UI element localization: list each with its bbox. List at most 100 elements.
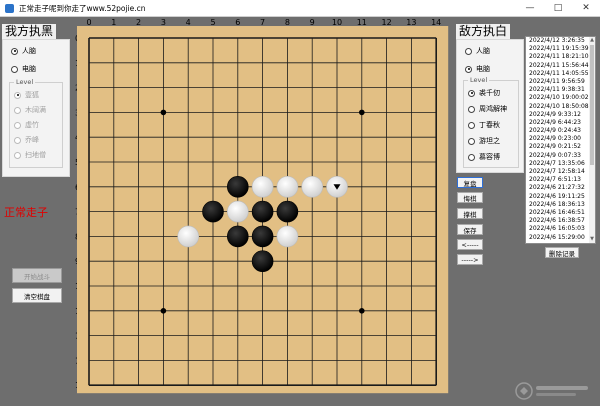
white-stone xyxy=(251,176,274,198)
record-item[interactable]: 2022/4/11 18:21:10 xyxy=(526,53,595,61)
record-item[interactable]: 2022/4/12 3:26:35 xyxy=(526,37,595,45)
col-label: 10 xyxy=(332,18,342,27)
save-button[interactable]: 保存 xyxy=(457,224,483,235)
col-label: 6 xyxy=(235,18,240,27)
radio-icon xyxy=(11,47,18,55)
record-item[interactable]: 2022/4/9 0:07:33 xyxy=(526,152,595,160)
record-item[interactable]: 2022/4/9 9:33:12 xyxy=(526,111,595,119)
replay-button[interactable]: 复盘 xyxy=(457,177,483,188)
right-level-item[interactable]: 周鸿解神 xyxy=(468,104,507,114)
go-board[interactable]: 01234567891011121314 0123456789101112131… xyxy=(73,18,450,406)
record-item[interactable]: 2022/4/9 6:44:23 xyxy=(526,119,595,127)
white-stone xyxy=(227,200,249,223)
record-scrollbar[interactable]: ▲ ▼ xyxy=(589,37,595,243)
record-item[interactable]: 2022/4/6 16:38:57 xyxy=(526,217,595,225)
record-item[interactable]: 2022/4/6 16:05:03 xyxy=(526,225,595,233)
left-level-group: Level 壹狐 木阔满 虚竹 乔峰 扫地僧 xyxy=(9,78,63,168)
radio-icon xyxy=(14,106,21,114)
close-button[interactable]: ✕ xyxy=(572,0,600,16)
record-item[interactable]: 2022/4/9 0:23:00 xyxy=(526,135,595,143)
right-level-item[interactable]: 游坦之 xyxy=(468,136,500,146)
record-item[interactable]: 2022/4/11 9:56:59 xyxy=(526,78,595,86)
radio-icon xyxy=(468,153,475,161)
radio-icon xyxy=(11,65,18,73)
radio-icon xyxy=(468,137,475,145)
black-stone xyxy=(251,250,274,272)
black-stone xyxy=(251,200,274,223)
record-item[interactable]: 2022/4/11 9:38:31 xyxy=(526,86,595,94)
scroll-down-icon[interactable]: ▼ xyxy=(589,236,595,243)
left-level-item[interactable]: 壹狐 xyxy=(14,90,39,100)
right-level-item[interactable]: 丁春秋 xyxy=(468,120,500,130)
radio-icon xyxy=(468,89,475,97)
col-label: 14 xyxy=(431,18,441,27)
right-level-item[interactable]: 裘千仞 xyxy=(468,88,500,98)
record-item[interactable]: 2022/4/9 0:24:43 xyxy=(526,127,595,135)
record-list[interactable]: 2022/4/12 3:26:35 2022/4/11 19:15:39 2022/… xyxy=(525,36,596,244)
pause-button[interactable]: 撑棋 xyxy=(457,208,483,219)
next-move-button[interactable]: -----> xyxy=(457,254,483,265)
watermark-logo xyxy=(515,382,588,400)
record-item[interactable]: 2022/4/6 19:11:25 xyxy=(526,193,595,201)
radio-icon xyxy=(465,47,472,55)
left-panel-title: 我方执黑 xyxy=(2,24,57,39)
window-title: 正常走子呢到你走了www.52pojie.cn xyxy=(19,3,146,13)
radio-icon xyxy=(14,91,21,99)
left-level-legend: Level xyxy=(14,78,36,86)
left-option-human[interactable]: 人脑 xyxy=(11,46,36,56)
col-label: 5 xyxy=(210,18,215,27)
record-item[interactable]: 2022/4/11 19:15:39 xyxy=(526,45,595,53)
star-point xyxy=(359,109,365,116)
left-level-item[interactable]: 乔峰 xyxy=(14,135,39,145)
left-level-item[interactable]: 虚竹 xyxy=(14,120,39,130)
white-stone xyxy=(276,176,299,198)
col-label: 2 xyxy=(136,18,141,27)
record-item[interactable]: 2022/4/7 12:58:14 xyxy=(526,168,595,176)
clear-board-button[interactable]: 清空棋盘 xyxy=(12,288,62,303)
undo-button[interactable]: 悔棋 xyxy=(457,192,483,203)
left-level-item[interactable]: 木阔满 xyxy=(14,105,46,115)
scroll-thumb[interactable] xyxy=(590,45,594,165)
left-player-group: 人脑 电脑 Level 壹狐 木阔满 虚竹 乔峰 扫地僧 xyxy=(2,39,70,177)
star-point xyxy=(359,308,365,314)
black-stone xyxy=(227,225,249,248)
col-label: 11 xyxy=(357,18,367,27)
col-label: 0 xyxy=(86,18,91,27)
left-level-item[interactable]: 扫地僧 xyxy=(14,150,46,160)
white-stone xyxy=(177,225,199,248)
col-label: 9 xyxy=(310,18,315,27)
minimize-button[interactable]: — xyxy=(516,0,544,16)
scroll-up-icon[interactable]: ▲ xyxy=(589,37,595,44)
white-stone xyxy=(301,176,323,198)
record-item[interactable]: 2022/4/10 18:50:08 xyxy=(526,103,595,111)
start-battle-button[interactable]: 开始战斗 xyxy=(12,268,62,283)
black-stone xyxy=(227,176,249,198)
prev-move-button[interactable]: <----- xyxy=(457,239,483,250)
col-label: 4 xyxy=(186,18,191,27)
right-level-legend: Level xyxy=(468,76,490,84)
right-option-human[interactable]: 人脑 xyxy=(465,46,490,56)
black-stone xyxy=(251,225,274,248)
radio-icon xyxy=(468,105,475,113)
radio-icon xyxy=(14,136,21,144)
record-item[interactable]: 2022/4/7 13:35:06 xyxy=(526,160,595,168)
radio-icon xyxy=(468,121,475,129)
record-item[interactable]: 2022/4/11 15:56:44 xyxy=(526,62,595,70)
col-label: 13 xyxy=(406,18,416,27)
record-item[interactable]: 2022/4/6 21:27:32 xyxy=(526,184,595,192)
record-item[interactable]: 2022/4/6 15:29:00 xyxy=(526,234,595,242)
record-item[interactable]: 2022/4/9 0:21:52 xyxy=(526,143,595,151)
record-item[interactable]: 2022/4/6 18:36:13 xyxy=(526,201,595,209)
record-item[interactable]: 2022/4/10 19:00:02 xyxy=(526,94,595,102)
col-label: 12 xyxy=(382,18,392,27)
right-option-computer[interactable]: 电脑 xyxy=(465,64,490,74)
record-item[interactable]: 2022/4/7 6:51:13 xyxy=(526,176,595,184)
record-item[interactable]: 2022/4/11 14:05:55 xyxy=(526,70,595,78)
right-level-item[interactable]: 慕容博 xyxy=(468,152,500,162)
maximize-button[interactable]: □ xyxy=(544,0,572,16)
status-text: 正常走子 xyxy=(4,206,48,219)
left-option-computer[interactable]: 电脑 xyxy=(11,64,36,74)
delete-record-button[interactable]: 删除记录 xyxy=(545,247,579,258)
col-label: 8 xyxy=(285,18,290,27)
record-item[interactable]: 2022/4/6 16:46:51 xyxy=(526,209,595,217)
